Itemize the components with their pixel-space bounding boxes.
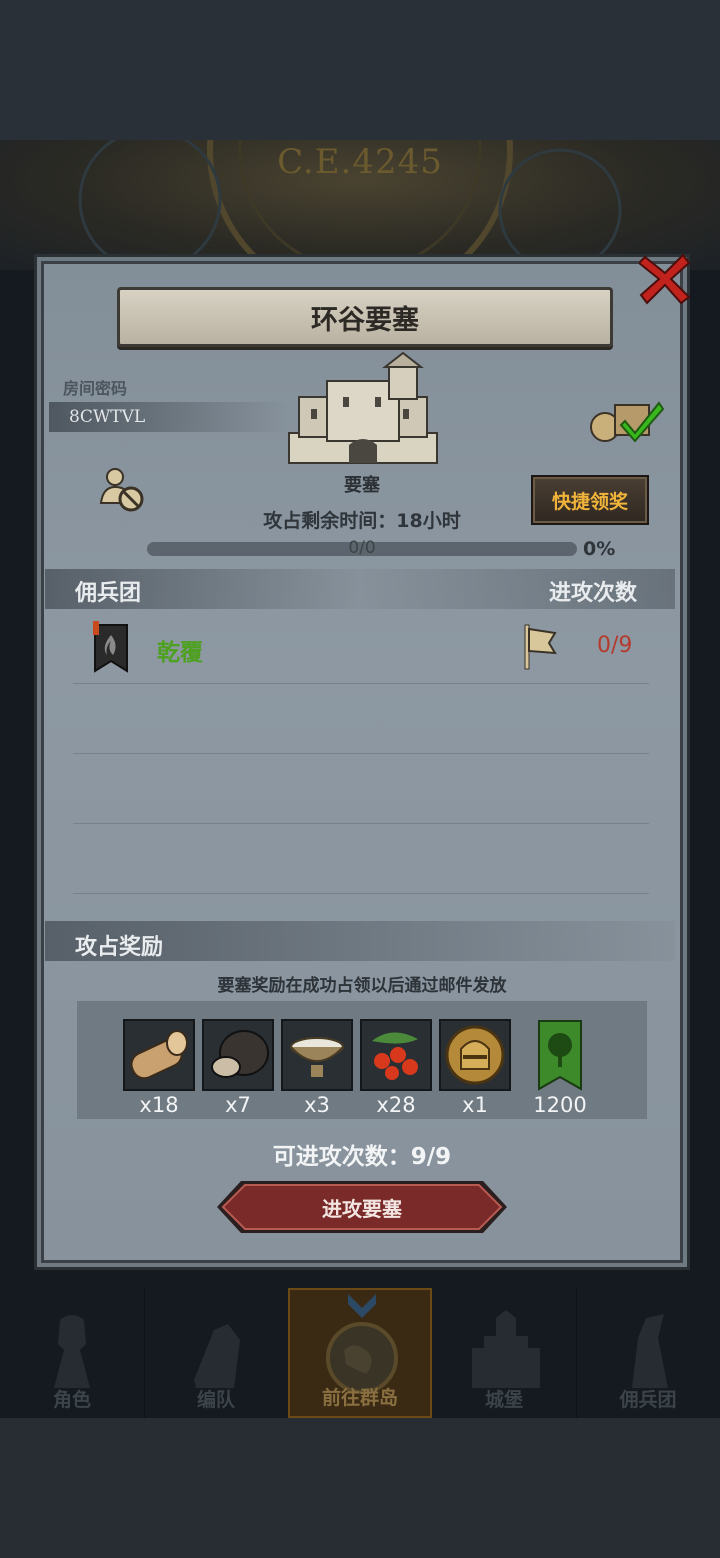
remaining-attacks-text: 可进攻次数：9/9	[272, 1144, 452, 1170]
anonymous-toggle-icon[interactable]	[99, 467, 145, 513]
reward-count: x7	[225, 1093, 251, 1117]
close-button[interactable]	[637, 253, 691, 305]
fortress-dialog: 环谷要塞 房间密码 8CWTVL 要塞 快捷领奖 攻占剩余时间：18小时 0/0…	[34, 253, 691, 1270]
nav-label: 编队	[196, 1389, 235, 1411]
knight-helmet-icon	[445, 1025, 505, 1085]
nav-label: 角色	[52, 1389, 91, 1411]
nav-item-islands[interactable]: 前往群岛	[288, 1288, 432, 1418]
reward-count: x3	[304, 1093, 330, 1117]
capture-progress-text: 0/0	[348, 538, 376, 558]
reward-item[interactable]	[537, 1019, 583, 1091]
reward-count: 1200	[533, 1093, 587, 1117]
quick-claim-label: 快捷领奖	[551, 491, 628, 513]
capture-time-left: 攻占剩余时间：18小时	[263, 510, 461, 532]
nav-label: 前往群岛	[321, 1387, 398, 1409]
reward-title: 攻占奖励	[75, 935, 164, 960]
truffle-icon	[211, 1030, 269, 1078]
top-band	[0, 0, 720, 140]
mercenary-column-title: 佣兵团	[75, 581, 142, 606]
reward-item[interactable]	[360, 1019, 432, 1091]
berries-icon	[372, 1032, 418, 1080]
fortress-icon	[281, 349, 445, 469]
loot-bag-check-icon[interactable]	[587, 393, 667, 443]
bottom-band	[0, 1418, 720, 1558]
bottom-navigation: 角色 编队 前往群岛 城堡 佣兵团	[0, 1288, 720, 1418]
row-divider	[73, 823, 649, 824]
attack-count-column-title: 进攻次数	[549, 581, 638, 606]
reward-item[interactable]	[281, 1019, 353, 1091]
guild-attack-count: 0/9	[597, 633, 633, 658]
flag-icon	[523, 623, 559, 671]
era-label: C.E.4245	[277, 142, 443, 182]
reward-note: 要塞奖励在成功占领以后通过邮件发放	[217, 976, 507, 996]
title-banner: 环谷要塞	[117, 287, 613, 347]
milk-bowl-icon	[290, 1037, 344, 1077]
wood-log-icon	[130, 1030, 188, 1080]
nav-item-mercenary[interactable]: 佣兵团	[576, 1288, 720, 1418]
capture-progress-percent: 0%	[583, 538, 616, 560]
close-icon	[637, 253, 691, 305]
guild-banner-icon	[91, 621, 131, 673]
mercenary-icon	[632, 1314, 668, 1388]
globe-icon	[326, 1294, 398, 1394]
quick-claim-button[interactable]: 快捷领奖	[531, 475, 649, 525]
room-code-value: 8CWTVL	[69, 407, 146, 427]
attack-fortress-label: 进攻要塞	[322, 1197, 402, 1221]
guild-tree-banner-icon	[538, 1020, 582, 1091]
reward-item[interactable]	[439, 1019, 511, 1091]
dialog-title: 环谷要塞	[311, 305, 419, 336]
castle-icon	[472, 1310, 540, 1388]
room-code-label: 房间密码	[63, 379, 128, 398]
reward-count: x28	[376, 1093, 416, 1117]
nav-item-formation[interactable]: 编队	[144, 1288, 289, 1418]
nav-item-character[interactable]: 角色	[0, 1288, 145, 1418]
reward-count: x1	[462, 1093, 488, 1117]
row-divider	[73, 683, 649, 684]
formation-icon	[194, 1324, 240, 1388]
reward-item[interactable]	[202, 1019, 274, 1091]
reward-count: x18	[139, 1093, 179, 1117]
nav-label: 城堡	[484, 1389, 523, 1411]
nav-item-castle[interactable]: 城堡	[432, 1288, 577, 1418]
row-divider	[73, 753, 649, 754]
guild-name: 乾覆	[157, 640, 203, 666]
fortress-label: 要塞	[344, 475, 380, 496]
nav-label: 佣兵团	[619, 1389, 677, 1411]
row-divider	[73, 893, 649, 894]
knight-icon	[54, 1315, 90, 1388]
reward-item[interactable]	[123, 1019, 195, 1091]
